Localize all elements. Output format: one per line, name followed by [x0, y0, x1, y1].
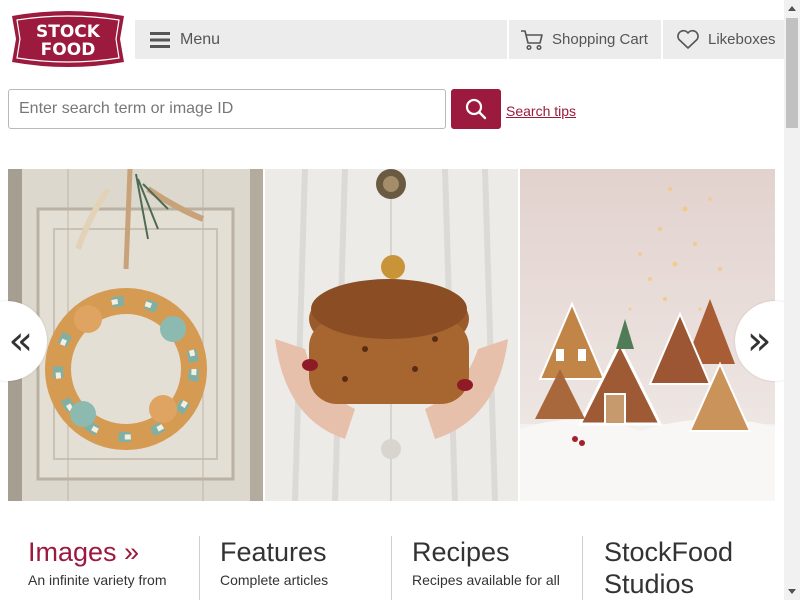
feature-column-recipes[interactable]: Recipes Recipes available for all [412, 536, 560, 600]
scroll-up-arrow-icon[interactable] [784, 0, 800, 17]
column-description: Recipes available for all [412, 572, 560, 588]
search-button[interactable] [451, 89, 501, 129]
search-icon [465, 98, 487, 120]
column-title[interactable]: StockFood Studios [604, 536, 774, 600]
search-tips-link[interactable]: Search tips [506, 103, 576, 119]
logo-line1: STOCK [36, 22, 101, 42]
column-divider [582, 536, 583, 600]
column-divider [199, 536, 200, 600]
panettone-image [265, 169, 518, 501]
column-divider [391, 536, 392, 600]
image-carousel [8, 169, 775, 501]
menu-label: Menu [180, 30, 221, 48]
menu-button[interactable]: Menu [150, 20, 220, 59]
feature-column-features[interactable]: Features Complete articles [220, 536, 328, 600]
column-description: An infinite variety from [28, 572, 167, 588]
logo-line2: FOOD [41, 40, 96, 60]
column-title[interactable]: Images » [28, 536, 167, 568]
feature-columns: Images » An infinite variety from Featur… [0, 536, 784, 600]
likeboxes-button[interactable]: Likeboxes [676, 20, 776, 59]
carousel-slide-panettone[interactable] [265, 169, 518, 501]
heart-icon [677, 29, 699, 49]
cart-icon [521, 29, 543, 50]
search-input[interactable] [8, 89, 446, 129]
shopping-cart-label: Shopping Cart [552, 31, 648, 48]
scrollbar-thumb[interactable] [786, 18, 798, 128]
scroll-down-arrow-icon[interactable] [784, 583, 800, 600]
shopping-cart-button[interactable]: Shopping Cart [520, 20, 648, 59]
feature-column-images[interactable]: Images » An infinite variety from [28, 536, 167, 600]
likeboxes-label: Likeboxes [708, 31, 776, 48]
header-divider [507, 20, 509, 59]
header-divider [661, 20, 663, 59]
stockfood-logo[interactable]: STOCK FOOD [8, 10, 128, 68]
column-description: Complete articles [220, 572, 329, 588]
page-scrollbar[interactable] [784, 0, 800, 600]
site-header: STOCK FOOD Menu Shopping Cart Likeboxes [0, 0, 784, 70]
column-title[interactable]: Recipes [412, 536, 560, 568]
feature-column-studios[interactable]: StockFood Studios [604, 536, 774, 600]
column-title[interactable]: Features [220, 536, 328, 568]
hamburger-icon [150, 31, 170, 48]
